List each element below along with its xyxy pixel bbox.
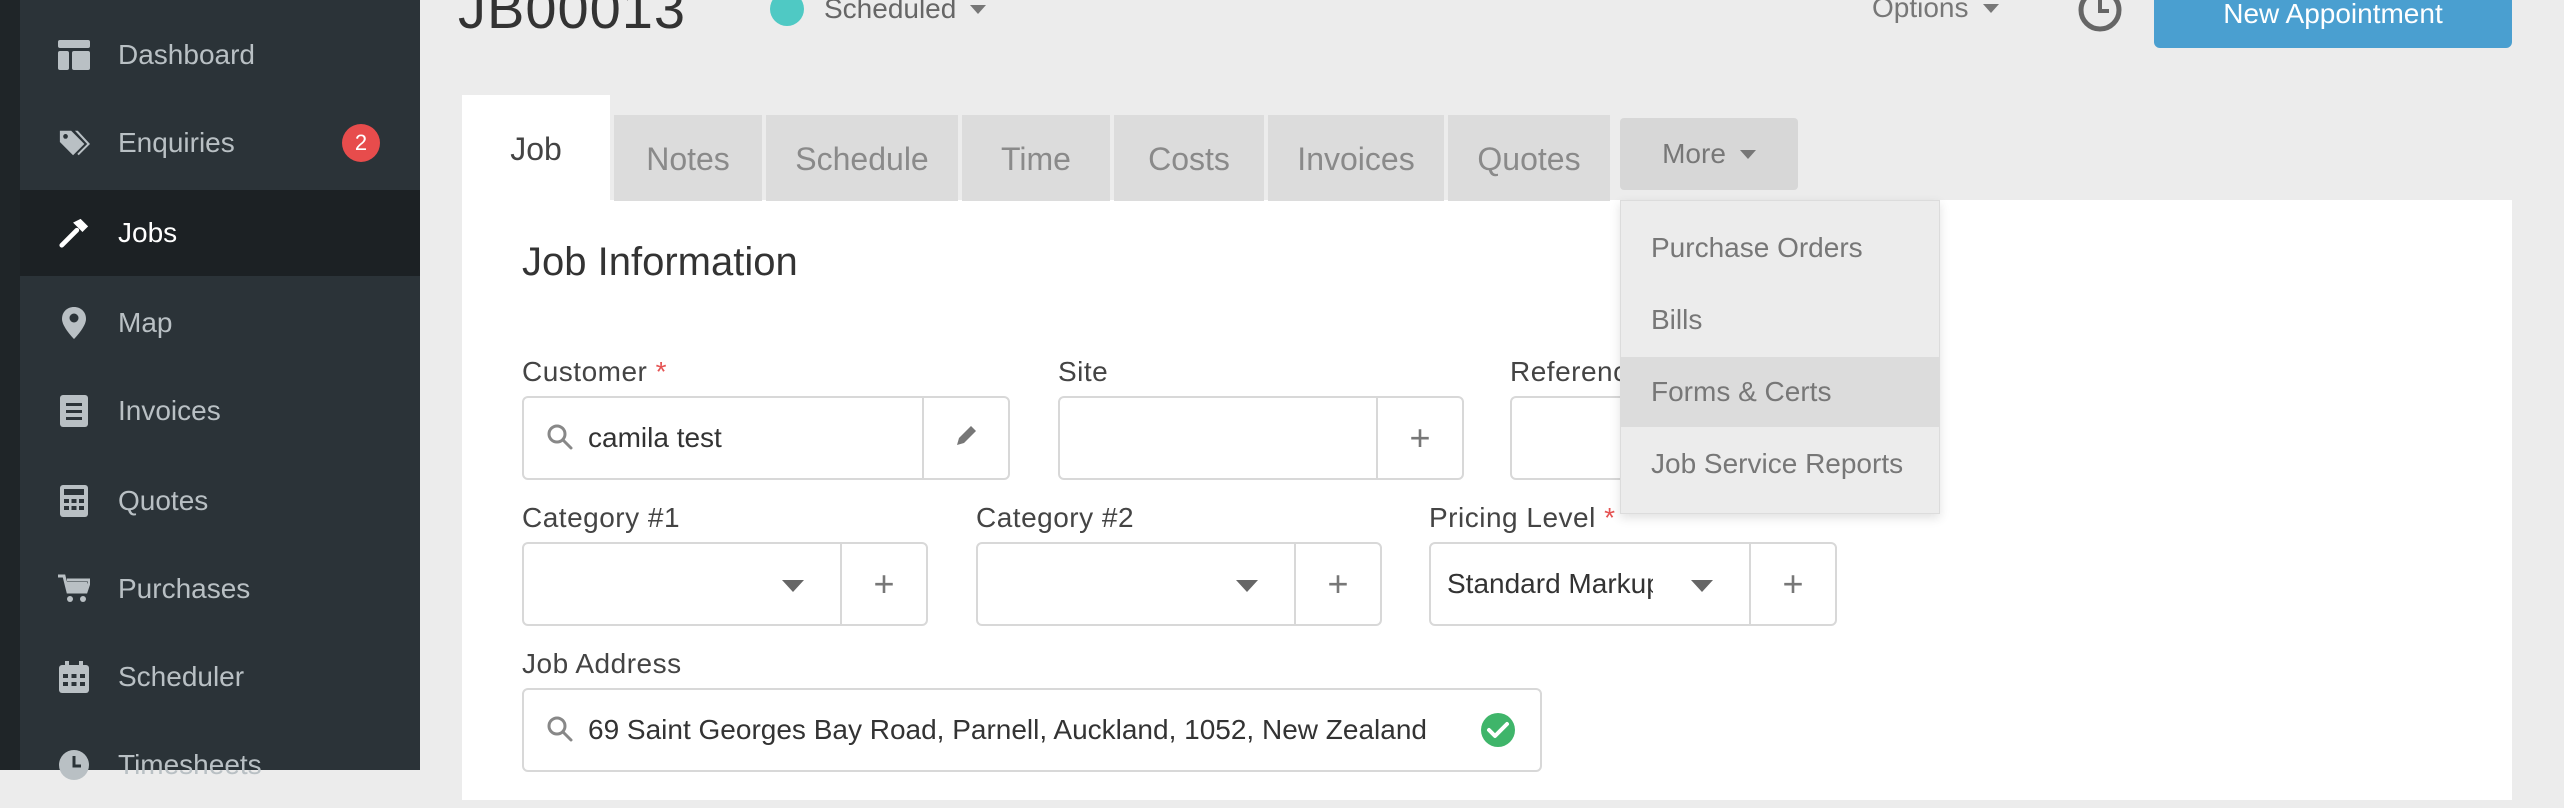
options-dropdown[interactable]: Options: [1872, 0, 1999, 24]
add-pricing-level-button[interactable]: +: [1749, 544, 1835, 624]
calculator-icon: [58, 485, 90, 517]
pencil-icon: [953, 423, 979, 454]
options-label: Options: [1872, 0, 1969, 23]
new-appointment-button[interactable]: New Appointment: [2154, 0, 2512, 48]
plus-icon: +: [873, 563, 895, 604]
chevron-down-icon: [1691, 580, 1713, 592]
clock-icon: [58, 749, 90, 781]
more-label: More: [1662, 138, 1726, 169]
status-label: Scheduled: [824, 0, 957, 24]
sidebar-item-label: Purchases: [118, 573, 251, 604]
site-field: +: [1058, 396, 1464, 480]
sidebar-item-label: Quotes: [118, 485, 209, 516]
tag-icon: [58, 127, 90, 159]
chevron-down-icon: [1236, 580, 1258, 592]
more-dropdown-menu: Purchase Orders Bills Forms & Certs Job …: [1620, 200, 1940, 514]
sidebar-item-label: Scheduler: [118, 661, 245, 692]
sidebar-item-map[interactable]: Map: [20, 280, 420, 366]
calendar-icon: [58, 661, 90, 693]
section-title: Job Information: [522, 240, 798, 284]
plus-icon: +: [1782, 563, 1804, 604]
status-dot: [770, 0, 804, 26]
tab-schedule[interactable]: Schedule: [766, 115, 958, 201]
sidebar-item-label: Invoices: [118, 395, 221, 426]
sidebar-edge: [0, 0, 20, 770]
job-address-value: 69 Saint Georges Bay Road, Parnell, Auck…: [588, 714, 1427, 745]
dashboard-icon: [58, 39, 90, 71]
site-input[interactable]: [1060, 398, 1376, 478]
sidebar-item-quotes[interactable]: Quotes: [20, 458, 420, 544]
chevron-down-icon: [1982, 3, 1999, 13]
hammer-icon: [58, 217, 90, 249]
category1-label: Category #1: [522, 502, 681, 533]
check-circle-icon: [1480, 712, 1516, 753]
tab-notes[interactable]: Notes: [614, 115, 762, 201]
chevron-down-icon: [782, 580, 804, 592]
sidebar-item-timesheets[interactable]: Timesheets: [20, 722, 420, 808]
job-id-title: JB00013: [458, 0, 687, 40]
customer-label: Customer *: [522, 356, 668, 387]
customer-field: camila test: [522, 396, 1010, 480]
pricing-level-label: Pricing Level *: [1429, 502, 1616, 533]
job-address-input[interactable]: 69 Saint Georges Bay Road, Parnell, Auck…: [522, 688, 1542, 772]
chevron-down-icon: [1739, 149, 1756, 159]
sidebar-item-label: Dashboard: [118, 39, 255, 70]
tab-invoices[interactable]: Invoices: [1268, 115, 1444, 201]
category2-select[interactable]: [978, 544, 1294, 624]
status-dropdown[interactable]: Scheduled: [770, 0, 987, 26]
sidebar-item-purchases[interactable]: Purchases: [20, 546, 420, 632]
plus-icon: +: [1409, 417, 1431, 458]
sidebar-item-scheduler[interactable]: Scheduler: [20, 634, 420, 720]
sidebar-item-label: Enquiries: [118, 127, 235, 158]
pricing-level-select[interactable]: Standard Markup: [1431, 544, 1749, 624]
customer-input[interactable]: camila test: [524, 398, 922, 478]
cart-icon: [58, 573, 90, 605]
sidebar-item-enquiries[interactable]: Enquiries 2: [20, 100, 420, 186]
pricing-level-field: Standard Markup +: [1429, 542, 1837, 626]
customer-value: camila test: [588, 422, 722, 453]
menu-item-bills[interactable]: Bills: [1621, 285, 1939, 355]
invoice-icon: [58, 395, 90, 427]
category2-label: Category #2: [976, 502, 1135, 533]
sidebar-item-dashboard[interactable]: Dashboard: [20, 12, 420, 98]
plus-icon: +: [1327, 563, 1349, 604]
search-icon: [546, 423, 574, 456]
category1-field: +: [522, 542, 928, 626]
pricing-level-value: Standard Markup: [1447, 568, 1653, 599]
add-category2-button[interactable]: +: [1294, 544, 1380, 624]
tab-job[interactable]: Job: [462, 95, 610, 201]
sidebar-item-label: Jobs: [118, 217, 178, 248]
menu-item-forms-certs[interactable]: Forms & Certs: [1621, 357, 1939, 427]
sidebar: Dashboard Enquiries 2 Jobs Map Invoices …: [0, 0, 420, 780]
sidebar-item-label: Map: [118, 307, 173, 338]
tab-time[interactable]: Time: [962, 115, 1110, 201]
tab-more[interactable]: More: [1620, 118, 1798, 190]
site-label: Site: [1058, 356, 1109, 387]
category1-select[interactable]: [524, 544, 840, 624]
menu-item-purchase-orders[interactable]: Purchase Orders: [1621, 213, 1939, 283]
add-category1-button[interactable]: +: [840, 544, 926, 624]
sidebar-item-jobs[interactable]: Jobs: [20, 190, 420, 276]
edit-customer-button[interactable]: [922, 398, 1008, 478]
tab-quotes[interactable]: Quotes: [1448, 115, 1610, 201]
menu-item-job-service-reports[interactable]: Job Service Reports: [1621, 429, 1939, 499]
map-pin-icon: [58, 307, 90, 339]
tab-costs[interactable]: Costs: [1114, 115, 1264, 201]
history-icon[interactable]: [2074, 0, 2126, 36]
sidebar-item-invoices[interactable]: Invoices: [20, 368, 420, 454]
job-address-label: Job Address: [522, 648, 682, 679]
chevron-down-icon: [970, 4, 987, 14]
enquiries-count-badge: 2: [342, 124, 380, 162]
search-icon: [546, 715, 574, 748]
sidebar-item-label: Timesheets: [118, 749, 262, 780]
category2-field: +: [976, 542, 1382, 626]
add-site-button[interactable]: +: [1376, 398, 1462, 478]
